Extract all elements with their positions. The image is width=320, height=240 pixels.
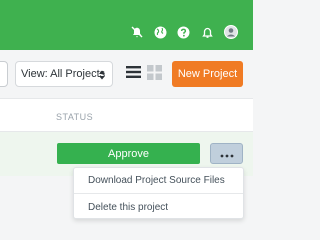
grid-view-icon[interactable] bbox=[147, 65, 162, 80]
avatar[interactable] bbox=[223, 24, 239, 40]
new-project-button[interactable]: New Project bbox=[172, 61, 243, 87]
menu-item-download-source[interactable]: Download Project Source Files bbox=[88, 175, 225, 186]
help-icon[interactable] bbox=[175, 24, 191, 40]
list-view-icon[interactable] bbox=[126, 65, 141, 79]
search-input[interactable] bbox=[0, 61, 8, 87]
menu-divider bbox=[74, 193, 243, 194]
bell-icon[interactable] bbox=[199, 24, 215, 40]
more-horizontal-icon bbox=[220, 145, 234, 163]
approve-button[interactable]: Approve bbox=[57, 143, 200, 164]
sort-caret-icon bbox=[98, 69, 106, 81]
more-actions-button[interactable] bbox=[210, 143, 243, 164]
project-actions-menu: Download Project Source Files Delete thi… bbox=[73, 167, 244, 219]
table-header bbox=[0, 98, 253, 132]
top-navigation-bar bbox=[0, 0, 253, 50]
notifications-off-icon[interactable] bbox=[129, 24, 145, 40]
menu-item-delete-project[interactable]: Delete this project bbox=[88, 202, 168, 213]
view-filter-label: View: All Projects bbox=[21, 68, 106, 80]
view-filter-select[interactable]: View: All Projects bbox=[15, 61, 113, 87]
globe-icon[interactable] bbox=[152, 24, 168, 40]
status-column-header: STATUS bbox=[56, 112, 94, 122]
